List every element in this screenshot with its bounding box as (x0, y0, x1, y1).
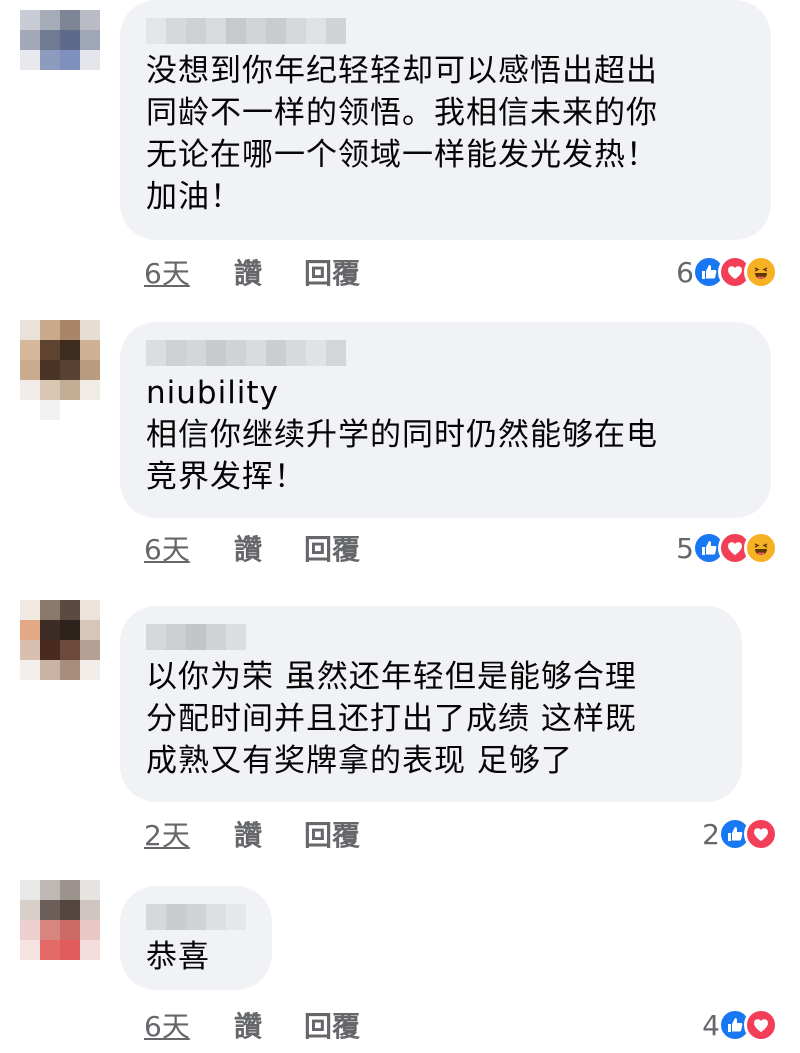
commenter-name[interactable] (146, 340, 745, 366)
reaction-summary[interactable]: 6 (676, 252, 778, 292)
reaction-summary[interactable]: 5 (676, 528, 778, 568)
comment-actions: 6天 讚 回覆 (144, 1005, 360, 1045)
avatar[interactable] (20, 600, 100, 700)
comment-actions: 6天 讚 回覆 (144, 528, 360, 568)
haha-icon (744, 531, 778, 565)
love-icon (744, 1008, 778, 1042)
commenter-name[interactable] (146, 624, 716, 650)
love-icon (744, 817, 778, 851)
reply-button[interactable]: 回覆 (304, 814, 360, 854)
timestamp-link[interactable]: 6天 (144, 1005, 234, 1045)
timestamp-link[interactable]: 6天 (144, 252, 234, 292)
commenter-name[interactable] (146, 904, 246, 930)
comment-actions: 2天 讚 回覆 (144, 814, 360, 854)
commenter-name[interactable] (146, 18, 745, 44)
reply-button[interactable]: 回覆 (304, 1005, 360, 1045)
comment-bubble: niubility 相信你继续升学的同时仍然能够在电 竞界发挥！ (120, 322, 771, 518)
reaction-summary[interactable]: 4 (702, 1005, 778, 1045)
like-button[interactable]: 讚 (234, 528, 304, 568)
comment-actions: 6天 讚 回覆 (144, 252, 360, 292)
reply-button[interactable]: 回覆 (304, 252, 360, 292)
avatar[interactable] (20, 880, 100, 980)
comment-text: 恭喜 (146, 939, 210, 975)
reply-button[interactable]: 回覆 (304, 528, 360, 568)
comment-text: 没想到你年纪轻轻却可以感悟出超出 同龄不一样的领悟。我相信未来的你 无论在哪一个… (146, 53, 658, 215)
comment-text: 以你为荣 虽然还年轻但是能够合理 分配时间并且还打出了成绩 这样既 成熟又有奖牌… (146, 659, 637, 779)
comment-bubble: 恭喜 (120, 886, 272, 990)
haha-icon (744, 255, 778, 289)
comment-bubble: 以你为荣 虽然还年轻但是能够合理 分配时间并且还打出了成绩 这样既 成熟又有奖牌… (120, 606, 742, 802)
comment-bubble: 没想到你年纪轻轻却可以感悟出超出 同龄不一样的领悟。我相信未来的你 无论在哪一个… (120, 0, 771, 240)
avatar[interactable] (20, 10, 100, 110)
avatar[interactable] (20, 320, 100, 420)
timestamp-link[interactable]: 6天 (144, 528, 234, 568)
comment-text: niubility 相信你继续升学的同时仍然能够在电 竞界发挥！ (146, 375, 658, 495)
reaction-summary[interactable]: 2 (702, 814, 778, 854)
like-button[interactable]: 讚 (234, 1005, 304, 1045)
like-button[interactable]: 讚 (234, 814, 304, 854)
like-button[interactable]: 讚 (234, 252, 304, 292)
timestamp-link[interactable]: 2天 (144, 814, 234, 854)
